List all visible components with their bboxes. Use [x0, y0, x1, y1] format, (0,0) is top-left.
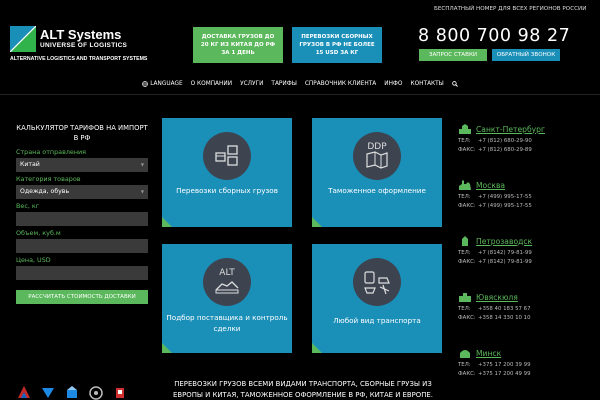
office-tel: ТЕЛ: +7 (499) 995-17-55 [458, 194, 532, 200]
category-select[interactable]: Одежда, обувь ▼ [16, 184, 148, 199]
tile-corner-accent [312, 217, 322, 227]
service-label: Подбор поставщика и контроль сделки [166, 313, 288, 333]
service-tile-supplier[interactable]: ALT Подбор поставщика и контроль сделки [162, 244, 292, 353]
office-minsk: Минск ТЕЛ: +375 17 200 39 99 ФАКС: +375 17… [458, 347, 600, 400]
city-link[interactable]: Минск [476, 349, 501, 358]
logo-subtitle: UNIVERSE OF LOGISTICS [40, 42, 128, 49]
seo-description: ПЕРЕВОЗКИ ГРУЗОВ ВСЕМИ ВИДАМИ ТРАНСПОРТА… [173, 380, 433, 399]
office-jyvaskyla: Ювяскюля ТЕЛ: +358 40 183 57 67 ФАКС: +358… [458, 291, 600, 347]
nav-item-label: LANGUAGE [150, 81, 183, 87]
partner-logo-icon [18, 386, 30, 398]
nav-item-about[interactable]: О КОМПАНИИ [187, 81, 236, 87]
city-landmark-icon [462, 236, 468, 246]
logo-mark-icon [10, 26, 36, 52]
logo[interactable]: ALT Systems UNIVERSE OF LOGISTICS ALTERN… [10, 26, 147, 66]
city-landmark-icon [460, 350, 470, 358]
service-tile-consolidated[interactable]: Перевозки сборных грузов [162, 118, 292, 227]
calculate-button[interactable]: РАССЧИТАТЬ СТОИМОСТЬ ДОСТАВКИ [16, 289, 148, 304]
nav-item-info[interactable]: ИНФО [380, 81, 406, 87]
office-petrozavodsk: Петрозаводск ТЕЛ: +7 (8142) 79-81-99 ФАКС… [458, 235, 600, 291]
ddp-map-icon: DDP [353, 132, 401, 180]
ddp-icon-text: DDP [367, 142, 387, 152]
city-link[interactable]: Москва [476, 181, 505, 190]
globe-icon [142, 81, 149, 87]
nav-item-tariffs[interactable]: ТАРИФЫ [267, 81, 300, 87]
free-number-label: БЕСПЛАТНЫЙ НОМЕР ДЛЯ ВСЕХ РЕГИОНОВ РОССИ… [434, 6, 587, 12]
category-value: Одежда, обувь [20, 188, 70, 196]
partner-logo-icon [42, 388, 54, 398]
boxes-icon [203, 132, 251, 180]
office-fax: ФАКС: +375 17 200 49 99 [458, 371, 531, 377]
weight-input[interactable] [16, 211, 148, 226]
office-tel: ТЕЛ: +7 (8142) 79-81-99 [458, 250, 532, 256]
logo-tagline: ALTERNATIVE LOGISTICS AND TRANSPORT SYST… [10, 56, 148, 62]
origin-label: Страна отправления [16, 147, 87, 156]
office-tel: ТЕЛ: +7 (812) 680-29-90 [458, 138, 532, 144]
volume-label: Объем, куб.м [16, 228, 61, 237]
price-input[interactable] [16, 265, 148, 280]
office-fax: ФАКС: +358 14 330 10 10 [458, 315, 531, 321]
nav-item-contacts[interactable]: КОНТАКТЫ [406, 81, 447, 87]
callback-button[interactable]: ОБРАТНЫЙ ЗВОНОК [492, 49, 560, 61]
city-link[interactable]: Ювяскюля [476, 293, 518, 302]
city-landmark-icon [459, 293, 471, 302]
city-link[interactable]: Петрозаводск [476, 237, 532, 246]
header: ALT Systems UNIVERSE OF LOGISTICS ALTERN… [0, 0, 600, 72]
city-link[interactable]: Санкт-Петербург [476, 125, 545, 134]
alt-supplier-icon: ALT [203, 258, 251, 306]
office-moscow: Москва ТЕЛ: +7 (499) 995-17-55 ФАКС: +7 (4… [458, 179, 600, 235]
partner-logos [16, 381, 148, 400]
origin-select[interactable]: Китай ▼ [16, 157, 148, 172]
service-label: Перевозки сборных грузов [176, 186, 278, 195]
category-label: Категория товаров [16, 174, 81, 183]
partner-logo-icon [116, 388, 124, 398]
nav-item-language[interactable]: LANGUAGE [138, 81, 186, 87]
office-tel: ТЕЛ: +375 17 200 39 99 [458, 362, 531, 368]
partner-logo-icon [89, 386, 103, 400]
nav-item-client-guide[interactable]: СПРАВОЧНИК КЛИЕНТА [301, 81, 380, 87]
phone-number[interactable]: 8 800 700 98 27 [418, 26, 570, 46]
office-fax: ФАКС: +7 (812) 680-29-89 [458, 147, 532, 153]
tile-corner-accent [312, 343, 322, 353]
weight-label: Вес, кг [16, 201, 40, 210]
office-fax: ФАКС: +7 (8142) 79-81-99 [458, 259, 532, 265]
main-nav: LANGUAGE О КОМПАНИИ УСЛУГИ ТАРИФЫ СПРАВО… [0, 76, 600, 92]
chevron-down-icon: ▼ [140, 162, 144, 168]
city-landmark-icon [459, 124, 471, 134]
origin-value: Китай [20, 161, 40, 169]
price-label: Цена, USD [16, 255, 51, 264]
tariff-calculator: КАЛЬКУЛЯТОР ТАРИФОВ НА ИМПОРТ В РФ Стран… [16, 124, 148, 304]
promo-express-delivery[interactable]: ДОСТАВКА ГРУЗОВ ДО 20 КГ ИЗ КИТАЯ ДО РФ … [193, 27, 283, 63]
chevron-down-icon: ▼ [140, 189, 144, 195]
calculator-title: КАЛЬКУЛЯТОР ТАРИФОВ НА ИМПОРТ В РФ [16, 124, 148, 142]
service-tile-transport[interactable]: Любой вид транспорта [312, 244, 442, 353]
nav-divider [0, 94, 600, 95]
nav-item-services[interactable]: УСЛУГИ [236, 81, 267, 87]
service-tile-customs[interactable]: DDP Таможенное оформление [312, 118, 442, 227]
nav-search[interactable] [448, 81, 462, 87]
logo-title: ALT Systems [40, 27, 122, 42]
office-spb: Санкт-Петербург ТЕЛ: +7 (812) 680-29-90 Ф… [458, 123, 600, 179]
volume-input[interactable] [16, 238, 148, 253]
search-icon [451, 81, 458, 87]
tile-corner-accent [162, 343, 172, 353]
city-landmark-icon [459, 180, 471, 190]
service-label: Любой вид транспорта [333, 316, 421, 325]
service-label: Таможенное оформление [328, 186, 426, 195]
office-fax: ФАКС: +7 (499) 995-17-55 [458, 203, 532, 209]
partner-logo-icon [67, 386, 77, 398]
office-tel: ТЕЛ: +358 40 183 57 67 [458, 306, 531, 312]
offices-list: Санкт-Петербург ТЕЛ: +7 (812) 680-29-90 Ф… [458, 123, 600, 400]
promo-consolidated-cargo[interactable]: ПЕРЕВОЗКИ СБОРНЫХ ГРУЗОВ В РФ НЕ БОЛЕЕ 1… [292, 27, 382, 63]
transport-icon [353, 258, 401, 306]
alt-icon-text: ALT [219, 268, 235, 278]
request-rate-button[interactable]: ЗАПРОС СТАВКИ [419, 49, 487, 61]
tile-corner-accent [162, 217, 172, 227]
